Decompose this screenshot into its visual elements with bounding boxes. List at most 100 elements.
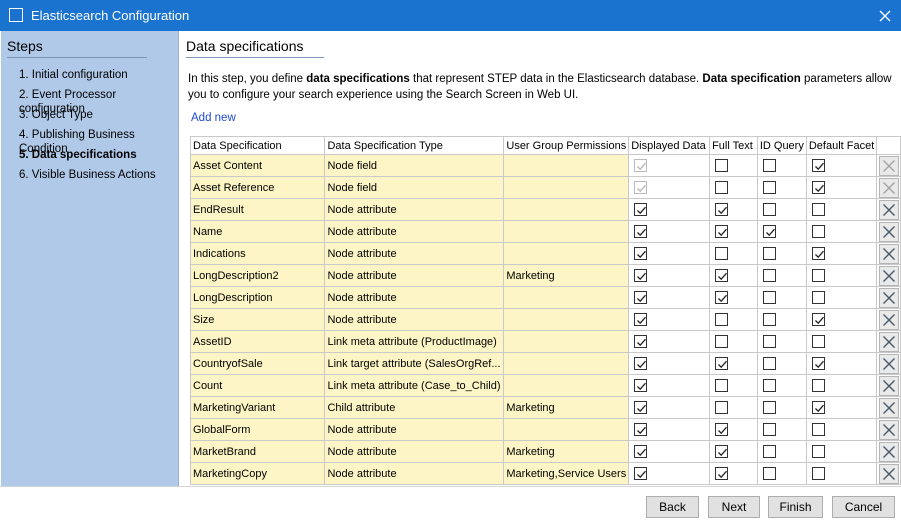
delete-row-button[interactable] <box>878 419 899 440</box>
user-group-cell[interactable]: Marketing,Service Users <box>503 462 630 485</box>
user-group-cell[interactable] <box>503 220 630 243</box>
id-query-checkbox[interactable] <box>762 203 776 216</box>
spec-type-cell[interactable]: Link target attribute (SalesOrgRef... <box>324 352 505 375</box>
user-group-cell[interactable] <box>503 374 630 397</box>
step-item[interactable]: 4. Publishing Business Condition <box>19 128 178 155</box>
delete-row-button[interactable] <box>878 331 899 352</box>
spec-type-cell[interactable]: Node attribute <box>324 242 505 265</box>
default-facet-checkbox[interactable] <box>811 291 825 304</box>
delete-row-button[interactable] <box>878 287 899 308</box>
spec-type-cell[interactable]: Link meta attribute (ProductImage) <box>324 330 505 353</box>
default-facet-checkbox[interactable] <box>811 401 825 414</box>
default-facet-checkbox[interactable] <box>811 247 825 260</box>
spec-name-cell[interactable]: AssetID <box>189 330 326 353</box>
column-header[interactable]: Data Specification Type <box>324 136 505 155</box>
full-text-checkbox[interactable] <box>715 335 729 348</box>
full-text-checkbox[interactable] <box>715 379 729 392</box>
default-facet-checkbox[interactable] <box>811 225 825 238</box>
delete-row-button[interactable] <box>878 309 899 330</box>
full-text-checkbox[interactable] <box>715 225 729 238</box>
full-text-checkbox[interactable] <box>715 313 729 326</box>
id-query-checkbox[interactable] <box>762 335 776 348</box>
delete-row-button[interactable] <box>878 243 899 264</box>
spec-name-cell[interactable]: Indications <box>189 242 326 265</box>
full-text-checkbox[interactable] <box>715 269 729 282</box>
user-group-cell[interactable]: Marketing <box>503 440 630 463</box>
displayed-data-checkbox[interactable] <box>634 423 648 436</box>
full-text-checkbox[interactable] <box>715 445 729 458</box>
delete-row-button[interactable] <box>878 353 899 374</box>
step-item[interactable]: 2. Event Processor configuration <box>19 88 178 115</box>
close-button[interactable] <box>869 0 901 31</box>
column-header[interactable]: User Group Permissions <box>503 136 630 155</box>
spec-name-cell[interactable]: MarketBrand <box>189 440 326 463</box>
delete-row-button[interactable] <box>878 441 899 462</box>
delete-row-button[interactable] <box>878 375 899 396</box>
spec-name-cell[interactable]: Size <box>189 308 326 331</box>
column-header[interactable]: Full Text <box>709 136 758 155</box>
spec-name-cell[interactable]: Name <box>189 220 326 243</box>
column-header[interactable]: ID Query <box>756 136 807 155</box>
step-item-active[interactable]: 5. Data specifications <box>19 148 178 168</box>
full-text-checkbox[interactable] <box>715 401 729 414</box>
displayed-data-checkbox[interactable] <box>634 225 648 238</box>
step-item[interactable]: 6. Visible Business Actions <box>19 168 178 188</box>
full-text-checkbox[interactable] <box>715 181 729 194</box>
id-query-checkbox[interactable] <box>762 401 776 414</box>
step-item[interactable]: 1. Initial configuration <box>19 68 178 88</box>
displayed-data-checkbox[interactable] <box>634 203 648 216</box>
id-query-checkbox[interactable] <box>762 247 776 260</box>
full-text-checkbox[interactable] <box>715 291 729 304</box>
spec-name-cell[interactable]: Asset Content <box>189 154 326 177</box>
default-facet-checkbox[interactable] <box>811 269 825 282</box>
id-query-checkbox[interactable] <box>762 467 776 480</box>
add-new-link[interactable]: Add new <box>191 112 236 124</box>
displayed-data-checkbox[interactable] <box>634 269 648 282</box>
next-button[interactable]: Next <box>708 496 760 518</box>
default-facet-checkbox[interactable] <box>811 379 825 392</box>
id-query-checkbox[interactable] <box>762 445 776 458</box>
spec-type-cell[interactable]: Node attribute <box>324 308 505 331</box>
spec-type-cell[interactable]: Node attribute <box>324 418 505 441</box>
id-query-checkbox[interactable] <box>762 159 776 172</box>
spec-type-cell[interactable]: Node attribute <box>324 440 505 463</box>
default-facet-checkbox[interactable] <box>811 313 825 326</box>
delete-row-button[interactable] <box>878 265 899 286</box>
displayed-data-checkbox[interactable] <box>634 247 648 260</box>
full-text-checkbox[interactable] <box>715 467 729 480</box>
spec-name-cell[interactable]: Count <box>189 374 326 397</box>
displayed-data-checkbox[interactable] <box>634 379 648 392</box>
spec-type-cell[interactable]: Node attribute <box>324 462 505 485</box>
default-facet-checkbox[interactable] <box>811 181 825 194</box>
column-header[interactable]: Default Facet <box>805 136 878 155</box>
spec-name-cell[interactable]: EndResult <box>189 198 326 221</box>
user-group-cell[interactable]: Marketing <box>503 264 630 287</box>
id-query-checkbox[interactable] <box>762 423 776 436</box>
delete-row-button[interactable] <box>878 221 899 242</box>
spec-name-cell[interactable]: LongDescription <box>189 286 326 309</box>
full-text-checkbox[interactable] <box>715 247 729 260</box>
user-group-cell[interactable]: Marketing <box>503 396 630 419</box>
default-facet-checkbox[interactable] <box>811 159 825 172</box>
user-group-cell[interactable] <box>503 330 630 353</box>
default-facet-checkbox[interactable] <box>811 203 825 216</box>
spec-type-cell[interactable]: Child attribute <box>324 396 505 419</box>
spec-type-cell[interactable]: Node attribute <box>324 286 505 309</box>
user-group-cell[interactable] <box>503 418 630 441</box>
delete-row-button[interactable] <box>878 199 899 220</box>
displayed-data-checkbox[interactable] <box>634 357 648 370</box>
full-text-checkbox[interactable] <box>715 203 729 216</box>
step-item[interactable]: 3. Object Type <box>19 108 178 128</box>
user-group-cell[interactable] <box>503 176 630 199</box>
default-facet-checkbox[interactable] <box>811 423 825 436</box>
spec-name-cell[interactable]: GlobalForm <box>189 418 326 441</box>
delete-row-button[interactable] <box>878 397 899 418</box>
spec-type-cell[interactable]: Link meta attribute (Case_to_Child) <box>324 374 505 397</box>
id-query-checkbox[interactable] <box>762 379 776 392</box>
displayed-data-checkbox[interactable] <box>634 401 648 414</box>
user-group-cell[interactable] <box>503 242 630 265</box>
id-query-checkbox[interactable] <box>762 357 776 370</box>
spec-type-cell[interactable]: Node attribute <box>324 220 505 243</box>
default-facet-checkbox[interactable] <box>811 357 825 370</box>
displayed-data-checkbox[interactable] <box>634 313 648 326</box>
